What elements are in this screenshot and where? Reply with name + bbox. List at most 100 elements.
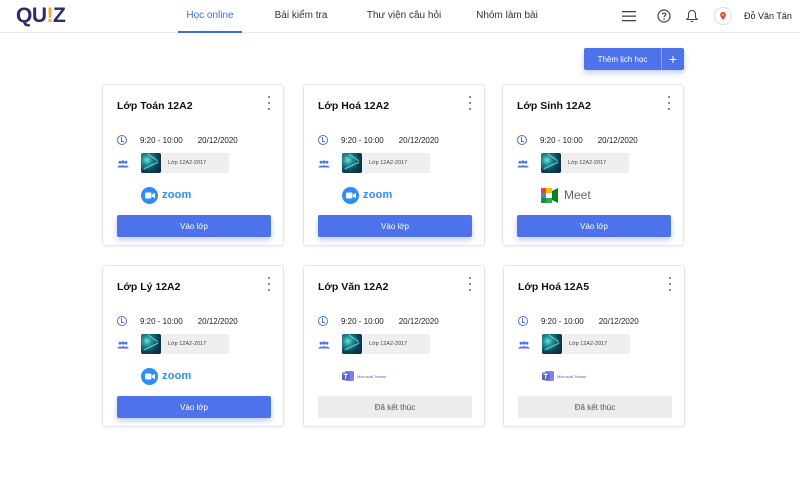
schedule-time-row: 9:20 - 10:00 20/12/2020 xyxy=(318,315,439,327)
class-time: 9:20 - 10:00 xyxy=(541,316,584,326)
group-icon xyxy=(318,341,330,349)
schedule-time-row: 9:20 - 10:00 20/12/2020 xyxy=(517,134,638,146)
nav-tab-online-learning[interactable]: Học online xyxy=(178,0,242,33)
class-chip-label: Lớp 12A2-2017 xyxy=(168,160,207,166)
class-card: Lớp Lý 12A2 9:20 - 10:00 20/12/2020 Lớp … xyxy=(102,265,284,427)
microsoft-teams-icon xyxy=(342,371,354,381)
schedule-time-row: 9:20 - 10:00 20/12/2020 xyxy=(318,134,439,146)
class-time: 9:20 - 10:00 xyxy=(341,135,384,145)
class-chip-label: Lớp 12A2-2017 xyxy=(568,160,607,166)
more-options-icon[interactable] xyxy=(668,277,672,291)
join-class-button[interactable]: Vào lớp xyxy=(117,215,271,237)
card-title: Lớp Văn 12A2 xyxy=(318,281,389,293)
meeting-platform: zoom xyxy=(141,186,192,204)
main-nav: Học online Bài kiểm tra Thư viện câu hỏi… xyxy=(170,0,552,33)
clock-icon xyxy=(318,316,328,326)
class-card: Lớp Toán 12A2 9:20 - 10:00 20/12/2020 Lớ… xyxy=(102,84,284,246)
nav-tab-work-groups[interactable]: Nhóm làm bài xyxy=(462,0,552,33)
card-title: Lớp Sinh 12A2 xyxy=(517,100,591,112)
class-chip[interactable]: Lớp 12A2-2017 xyxy=(141,334,229,354)
class-chip[interactable]: Lớp 12A2-2017 xyxy=(541,153,629,173)
class-date: 20/12/2020 xyxy=(398,316,439,326)
join-class-button[interactable]: Vào lớp xyxy=(318,215,472,237)
clock-icon xyxy=(117,135,127,145)
plus-icon: + xyxy=(668,51,678,67)
group-icon xyxy=(518,341,530,349)
group-icon xyxy=(117,160,129,168)
meeting-platform: zoom xyxy=(342,186,393,204)
platform-label: zoom xyxy=(162,370,192,382)
join-class-button[interactable]: Vào lớp xyxy=(517,215,671,237)
group-icon xyxy=(318,160,330,168)
clock-icon xyxy=(518,316,528,326)
more-options-icon[interactable] xyxy=(667,96,671,110)
class-chip[interactable]: Lớp 12A2-2017 xyxy=(542,334,630,354)
class-chip[interactable]: Lớp 12A2-2017 xyxy=(342,153,430,173)
clock-icon xyxy=(117,316,127,326)
card-title: Lớp Lý 12A2 xyxy=(117,281,181,293)
meeting-platform: Meet xyxy=(541,186,591,204)
clock-icon xyxy=(517,135,527,145)
google-meet-icon xyxy=(541,187,558,203)
menu-icon[interactable] xyxy=(621,8,637,24)
zoom-icon xyxy=(141,367,158,385)
class-chip-label: Lớp 12A2-2017 xyxy=(369,341,408,347)
group-icon xyxy=(117,341,129,349)
class-thumbnail xyxy=(342,334,362,354)
class-time: 9:20 - 10:00 xyxy=(140,135,183,145)
class-card: Lớp Sinh 12A2 9:20 - 10:00 20/12/2020 Lớ… xyxy=(502,84,684,246)
zoom-icon xyxy=(342,186,359,204)
class-ended-button[interactable]: Đã kết thúc xyxy=(318,396,472,418)
class-time: 9:20 - 10:00 xyxy=(540,135,583,145)
platform-label: Microsoft Teams xyxy=(357,373,387,379)
class-chip-label: Lớp 12A2-2017 xyxy=(168,341,207,347)
class-chip[interactable]: Lớp 12A2-2017 xyxy=(141,153,229,173)
class-date: 20/12/2020 xyxy=(597,135,638,145)
class-date: 20/12/2020 xyxy=(197,316,238,326)
more-options-icon[interactable] xyxy=(468,96,472,110)
card-title: Lớp Hoá 12A5 xyxy=(518,281,590,293)
class-thumbnail xyxy=(542,334,562,354)
class-date: 20/12/2020 xyxy=(197,135,238,145)
meeting-platform: Microsoft Teams xyxy=(342,367,386,385)
class-chip[interactable]: Lớp 12A2-2017 xyxy=(342,334,430,354)
more-options-icon[interactable] xyxy=(267,96,271,110)
avatar xyxy=(714,7,732,25)
help-icon[interactable] xyxy=(656,8,672,24)
class-ended-button[interactable]: Đã kết thúc xyxy=(518,396,672,418)
class-thumbnail xyxy=(141,334,161,354)
add-schedule-button[interactable]: Thêm lịch học + xyxy=(584,48,684,70)
class-chip-label: Lớp 12A2-2017 xyxy=(569,341,608,347)
platform-label: zoom xyxy=(162,189,192,201)
schedule-time-row: 9:20 - 10:00 20/12/2020 xyxy=(117,315,238,327)
class-time: 9:20 - 10:00 xyxy=(140,316,183,326)
join-class-button[interactable]: Vào lớp xyxy=(117,396,271,418)
nav-tab-tests[interactable]: Bài kiểm tra xyxy=(256,0,346,33)
class-time: 9:20 - 10:00 xyxy=(341,316,384,326)
zoom-icon xyxy=(141,186,158,204)
clock-icon xyxy=(318,135,328,145)
class-thumbnail xyxy=(141,153,161,173)
card-title: Lớp Hoá 12A2 xyxy=(318,100,390,112)
user-menu[interactable]: Đỗ Văn Tân xyxy=(714,7,792,25)
platform-label: Microsoft Teams xyxy=(557,373,587,379)
more-options-icon[interactable] xyxy=(468,277,472,291)
quiz-logo[interactable]: QU! Z xyxy=(16,4,66,28)
meeting-platform: zoom xyxy=(141,367,192,385)
card-title: Lớp Toán 12A2 xyxy=(117,100,193,112)
bell-icon[interactable] xyxy=(684,8,700,24)
class-thumbnail xyxy=(541,153,561,173)
platform-label: zoom xyxy=(363,189,393,201)
class-date: 20/12/2020 xyxy=(598,316,639,326)
top-header: QU! Z Học online Bài kiểm tra Thư viện câ… xyxy=(0,0,800,33)
schedule-time-row: 9:20 - 10:00 20/12/2020 xyxy=(518,315,639,327)
nav-tab-question-library[interactable]: Thư viện câu hỏi xyxy=(354,0,454,33)
microsoft-teams-icon xyxy=(542,371,554,381)
class-card: Lớp Hoá 12A5 9:20 - 10:00 20/12/2020 Lớp… xyxy=(503,265,685,427)
group-icon xyxy=(517,160,529,168)
avatar-pin-icon xyxy=(720,12,726,20)
user-name: Đỗ Văn Tân xyxy=(744,11,792,21)
class-date: 20/12/2020 xyxy=(398,135,439,145)
class-card: Lớp Văn 12A2 9:20 - 10:00 20/12/2020 Lớp… xyxy=(303,265,485,427)
more-options-icon[interactable] xyxy=(267,277,271,291)
